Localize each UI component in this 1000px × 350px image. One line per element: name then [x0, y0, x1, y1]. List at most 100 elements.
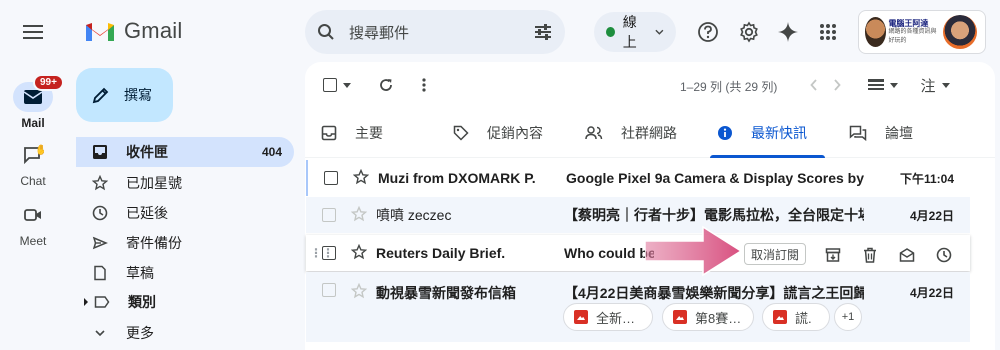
tab-promotions[interactable]: 促銷內容 [437, 108, 543, 158]
nav-starred-label: 已加星號 [126, 175, 182, 191]
nav-sent[interactable]: 寄件備份 [76, 228, 294, 258]
svg-text:✋: ✋ [35, 144, 44, 156]
nav-snoozed[interactable]: 已延後 [76, 198, 294, 228]
search-options-icon[interactable] [533, 23, 553, 41]
email-date: 4月22日 [909, 286, 954, 300]
help-icon [698, 22, 718, 42]
more-actions-button[interactable] [409, 70, 439, 100]
hamburger-icon [23, 25, 43, 39]
tab-updates[interactable]: 最新快訊 [701, 108, 807, 158]
email-sender: Reuters Daily Brief. [376, 245, 506, 261]
rail-chat-label: Chat [20, 174, 46, 188]
caret-down-icon [941, 82, 950, 88]
compose-button[interactable]: 撰寫 [76, 68, 173, 122]
row-checkbox[interactable] [324, 171, 338, 185]
rail-item-meet[interactable]: Meet [0, 200, 66, 248]
search-icon[interactable] [317, 23, 335, 41]
list-toolbar: 1–29 列 (共 29 列) 注 [305, 62, 995, 108]
chevron-left-icon [810, 79, 817, 91]
more-attachments-chip[interactable]: +1 [834, 303, 862, 331]
gemini-button[interactable] [772, 16, 804, 48]
compose-label: 撰寫 [124, 87, 152, 103]
star-outline-icon [352, 168, 370, 184]
gmail-m-icon [86, 23, 114, 41]
sparkle-icon [778, 22, 798, 42]
status-label: 線上 [622, 14, 637, 50]
star-outline-icon [350, 243, 368, 259]
pencil-icon [92, 87, 109, 104]
rail-meet-label: Meet [19, 234, 47, 248]
density-button[interactable] [863, 70, 903, 100]
people-icon [585, 126, 603, 140]
attachment-chip[interactable]: 第8賽… [662, 303, 754, 331]
row-checkbox[interactable] [322, 283, 336, 297]
avatar[interactable] [943, 15, 977, 49]
annotation-arrow [645, 225, 743, 277]
archive-button[interactable] [820, 242, 846, 268]
settings-button[interactable] [733, 16, 765, 48]
mark-unread-button[interactable] [894, 242, 920, 268]
status-dropdown[interactable]: 線上 [594, 12, 676, 52]
rail-mail-label: Mail [21, 116, 45, 130]
star-toggle[interactable] [352, 168, 370, 188]
email-row[interactable]: 噴噴 zeczec 【蔡明亮｜行者十步】電影馬拉松，全台限定十場… 4月22日 [306, 197, 970, 233]
help-button[interactable] [692, 16, 724, 48]
delete-button[interactable] [857, 242, 883, 268]
unsubscribe-button[interactable]: 取消訂閱 [744, 243, 807, 265]
account-area[interactable]: 電腦王阿達 網路的各種資訊與好玩的 [858, 10, 986, 54]
select-all-checkbox[interactable] [319, 70, 355, 100]
nav-inbox[interactable]: 收件匣 404 [76, 137, 294, 167]
nav-starred[interactable]: 已加星號 [76, 168, 294, 198]
star-toggle[interactable] [350, 282, 368, 302]
nav-categories[interactable]: 類別 [76, 287, 294, 317]
attachment-name: 第8賽… [695, 310, 742, 326]
prev-page-button[interactable] [802, 70, 826, 100]
nav-snoozed-label: 已延後 [126, 205, 168, 221]
clock-icon [92, 205, 108, 221]
email-row[interactable]: Muzi from DXOMARK P. Google Pixel 9a Cam… [306, 160, 970, 196]
tab-forums[interactable]: 論壇 [833, 108, 913, 158]
email-sender: 噴噴 zeczec [376, 207, 452, 223]
nav-more[interactable]: 更多 [76, 318, 294, 348]
rail-item-mail[interactable]: 99+ Mail [0, 74, 66, 130]
attachment-chip[interactable]: 謊. [762, 303, 830, 331]
tab-social-label: 社群網路 [621, 125, 677, 141]
tab-primary[interactable]: 主要 [305, 108, 383, 158]
view-options-label: 注 [920, 77, 936, 95]
pagination-label: 1–29 列 (共 29 列) [680, 80, 778, 94]
brand-logo: 電腦王阿達 網路的各種資訊與好玩的 [865, 15, 939, 49]
next-page-button[interactable] [825, 70, 849, 100]
caret-down-icon [890, 82, 898, 88]
trash-icon [864, 247, 876, 263]
drag-handle-icon[interactable]: ⋮⋮ [310, 246, 334, 260]
refresh-button[interactable] [371, 70, 401, 100]
row-checkbox[interactable] [322, 208, 336, 222]
envelope-open-icon [899, 248, 915, 262]
star-toggle[interactable] [350, 243, 368, 263]
snooze-button[interactable] [931, 242, 957, 268]
attachment-name: 全新… [596, 310, 636, 326]
tab-social[interactable]: 社群網路 [569, 108, 677, 158]
clock-icon [936, 247, 952, 263]
email-date: 4月22日 [909, 208, 954, 223]
gmail-logo[interactable]: Gmail [84, 18, 182, 44]
mail-icon [23, 90, 43, 104]
more-attachments-count: +1 [841, 311, 855, 323]
attachment-chip[interactable]: 全新… [563, 303, 653, 331]
apps-button[interactable] [812, 16, 844, 48]
star-toggle[interactable] [350, 205, 368, 225]
tab-primary-label: 主要 [355, 125, 383, 141]
nav-drafts-label: 草稿 [126, 265, 154, 281]
caret-down-icon [343, 82, 351, 88]
file-icon [94, 265, 106, 281]
main-menu-button[interactable] [13, 14, 53, 50]
view-options-button[interactable]: 注 [917, 70, 953, 100]
video-camera-icon [24, 209, 41, 221]
label-icon [94, 296, 110, 308]
search-bar[interactable]: 搜尋郵件 [305, 10, 565, 54]
rail-item-chat[interactable]: ✋ Chat [0, 140, 66, 188]
search-input[interactable]: 搜尋郵件 [349, 22, 533, 43]
chat-icon: ✋ [24, 144, 44, 165]
image-file-icon [773, 310, 787, 324]
nav-drafts[interactable]: 草稿 [76, 258, 294, 288]
